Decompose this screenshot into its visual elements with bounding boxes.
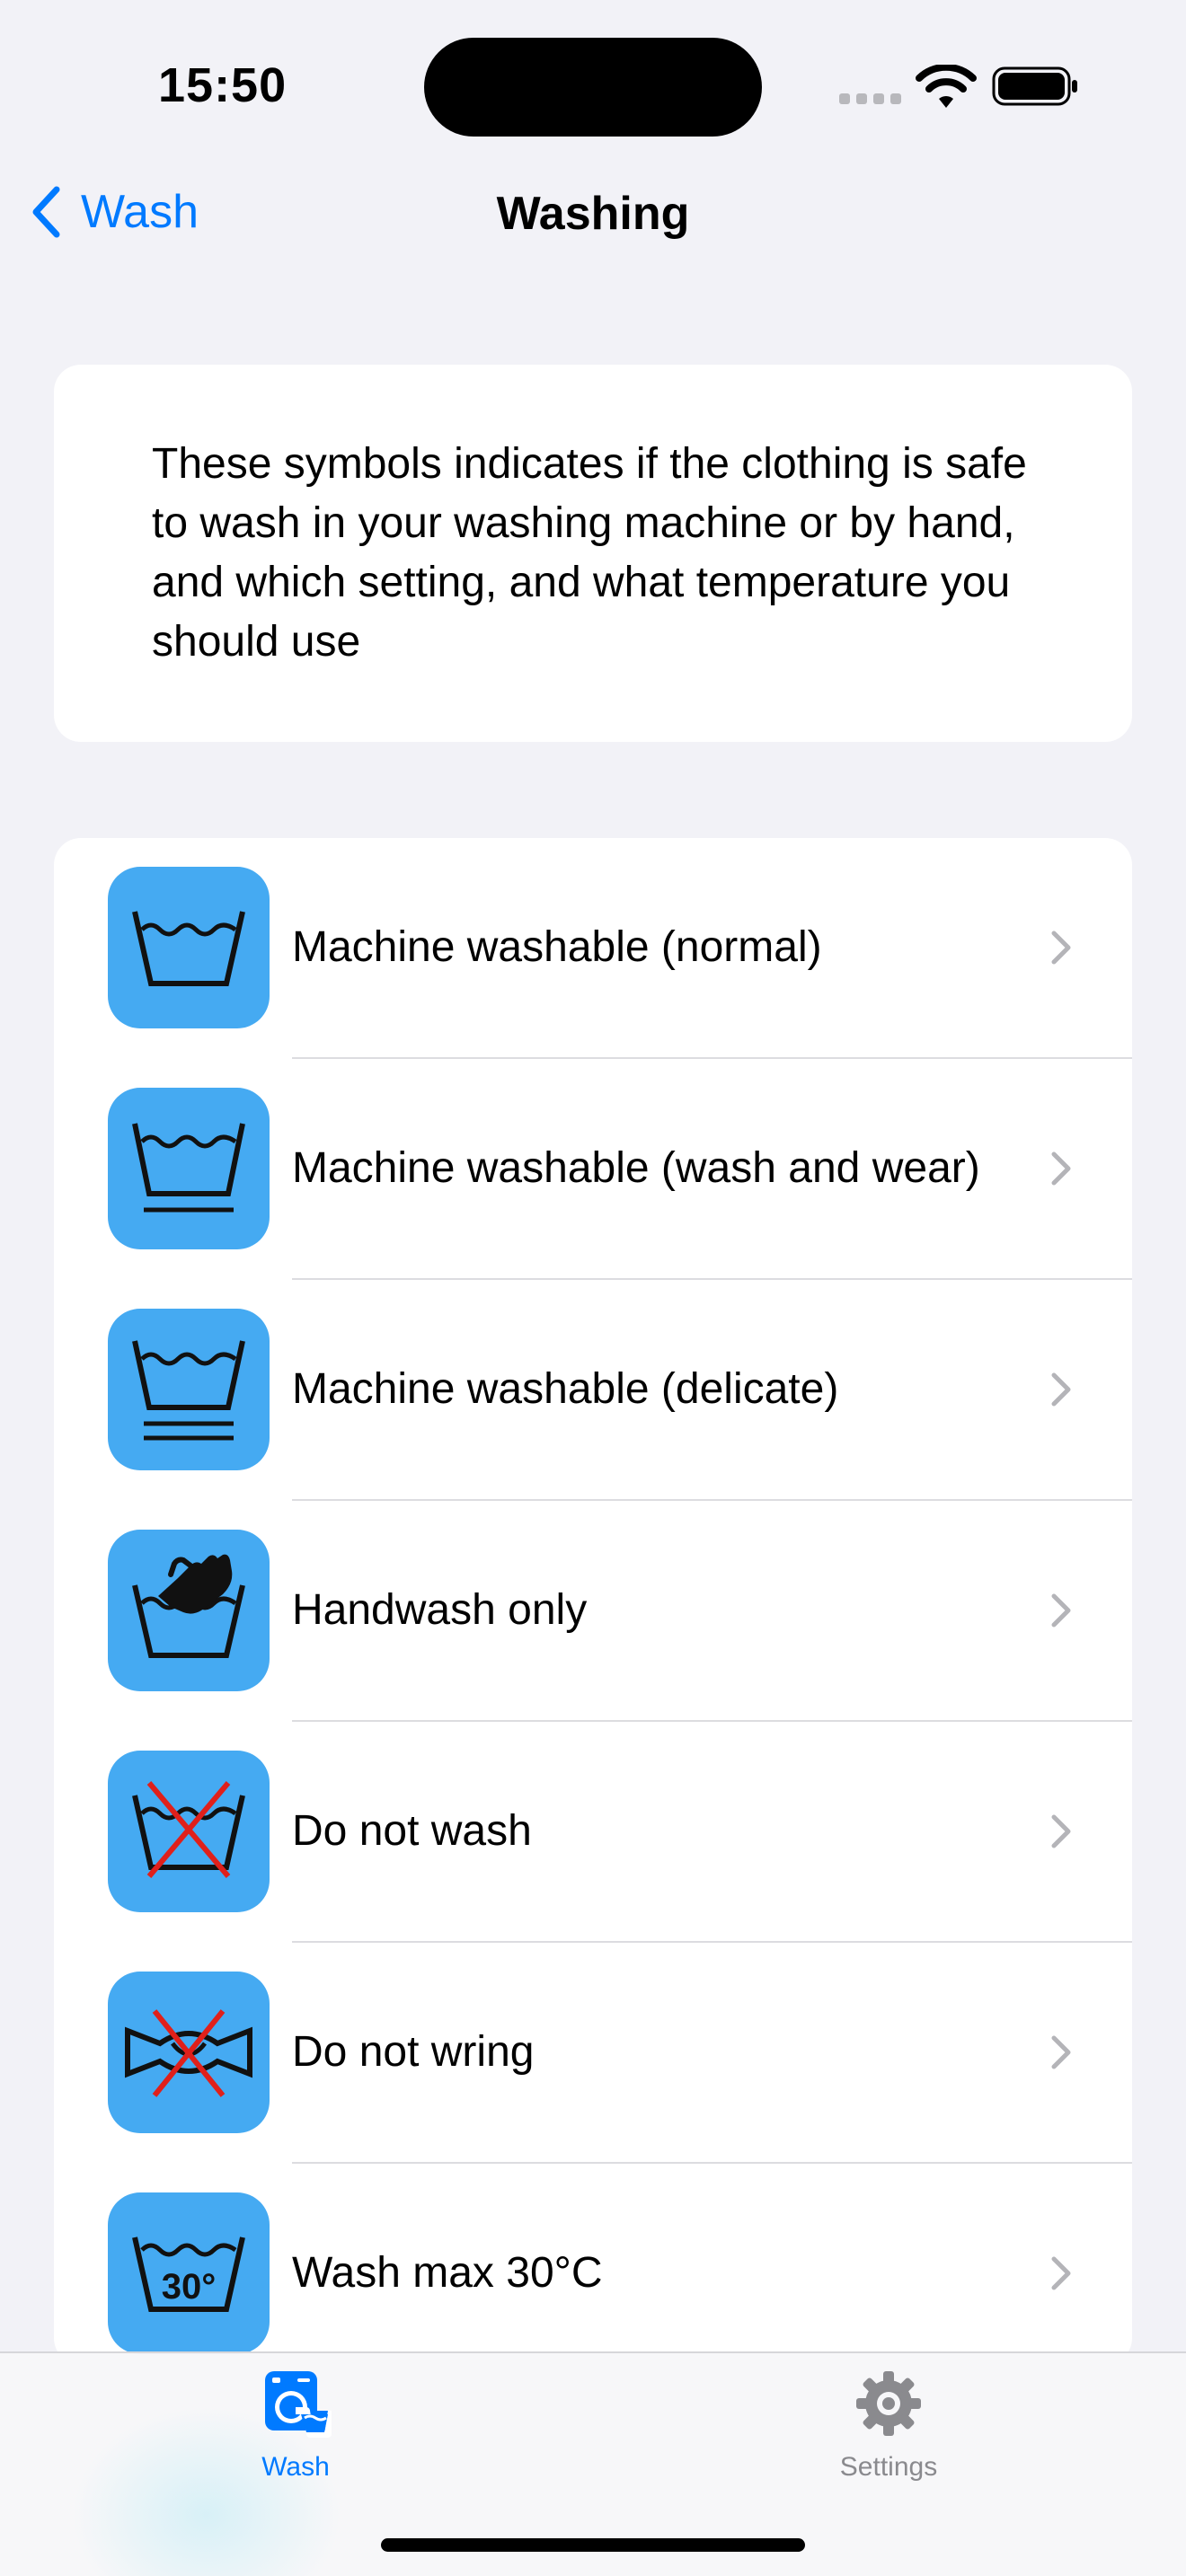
list-item-wash-max-30[interactable]: 30° Wash max 30°C: [54, 2164, 1132, 2365]
status-bar: 15:50: [0, 0, 1186, 171]
tab-wash[interactable]: Wash: [206, 2368, 385, 2502]
status-time: 15:50: [158, 58, 288, 112]
chevron-right-icon: [1051, 1593, 1071, 1628]
battery-icon: [992, 66, 1077, 106]
gear-icon: [856, 2371, 921, 2436]
chevron-right-icon: [1051, 2035, 1071, 2069]
hand-wash-icon: [108, 1530, 270, 1691]
tab-settings[interactable]: Settings: [799, 2368, 978, 2502]
home-indicator[interactable]: [381, 2538, 805, 2552]
list-item-label: Handwash only: [292, 1586, 588, 1634]
intro-text: These symbols indicates if the clothing …: [152, 440, 1027, 666]
do-not-wash-icon: [108, 1751, 270, 1912]
list-item-label: Do not wash: [292, 1807, 532, 1855]
washing-machine-icon: [265, 2371, 332, 2438]
list-item-machine-washable-delicate[interactable]: Machine washable (delicate): [54, 1280, 1132, 1501]
list-item-label: Wash max 30°C: [292, 2249, 603, 2297]
chevron-right-icon: [1051, 2256, 1071, 2290]
dynamic-island: [424, 38, 762, 137]
chevron-right-icon: [1051, 931, 1071, 965]
do-not-wring-icon: [108, 1972, 270, 2133]
list-item-do-not-wring[interactable]: Do not wring: [54, 1943, 1132, 2164]
list-item-machine-washable-wash-and-wear[interactable]: Machine washable (wash and wear): [54, 1059, 1132, 1280]
intro-card: These symbols indicates if the clothing …: [54, 365, 1132, 742]
tab-settings-label: Settings: [839, 2452, 938, 2482]
wash-tub-two-bars-icon: [108, 1309, 270, 1470]
cellular-signal-icon: [839, 93, 902, 104]
tab-wash-label: Wash: [261, 2452, 330, 2482]
chevron-right-icon: [1051, 1372, 1071, 1407]
wash-tub-one-bar-icon: [108, 1088, 270, 1249]
list-item-label: Machine washable (wash and wear): [292, 1144, 980, 1192]
list-item-label: Do not wring: [292, 2028, 535, 2076]
wash-30-icon: 30°: [108, 2192, 270, 2354]
navigation-bar: Wash Washing: [0, 171, 1186, 253]
symbol-list: Machine washable (normal) Machine washab…: [54, 838, 1132, 2365]
list-item-label: Machine washable (delicate): [292, 1365, 839, 1413]
wash-tub-icon: [108, 867, 270, 1028]
list-item-do-not-wash[interactable]: Do not wash: [54, 1722, 1132, 1943]
chevron-right-icon: [1051, 1151, 1071, 1186]
page-title: Washing: [496, 188, 690, 240]
list-item-label: Machine washable (normal): [292, 923, 822, 971]
list-item-machine-washable-normal[interactable]: Machine washable (normal): [54, 838, 1132, 1059]
chevron-right-icon: [1051, 1814, 1071, 1848]
list-item-handwash-only[interactable]: Handwash only: [54, 1501, 1132, 1722]
wash-temperature-text: 30°: [162, 2267, 217, 2307]
wifi-icon: [916, 65, 977, 108]
